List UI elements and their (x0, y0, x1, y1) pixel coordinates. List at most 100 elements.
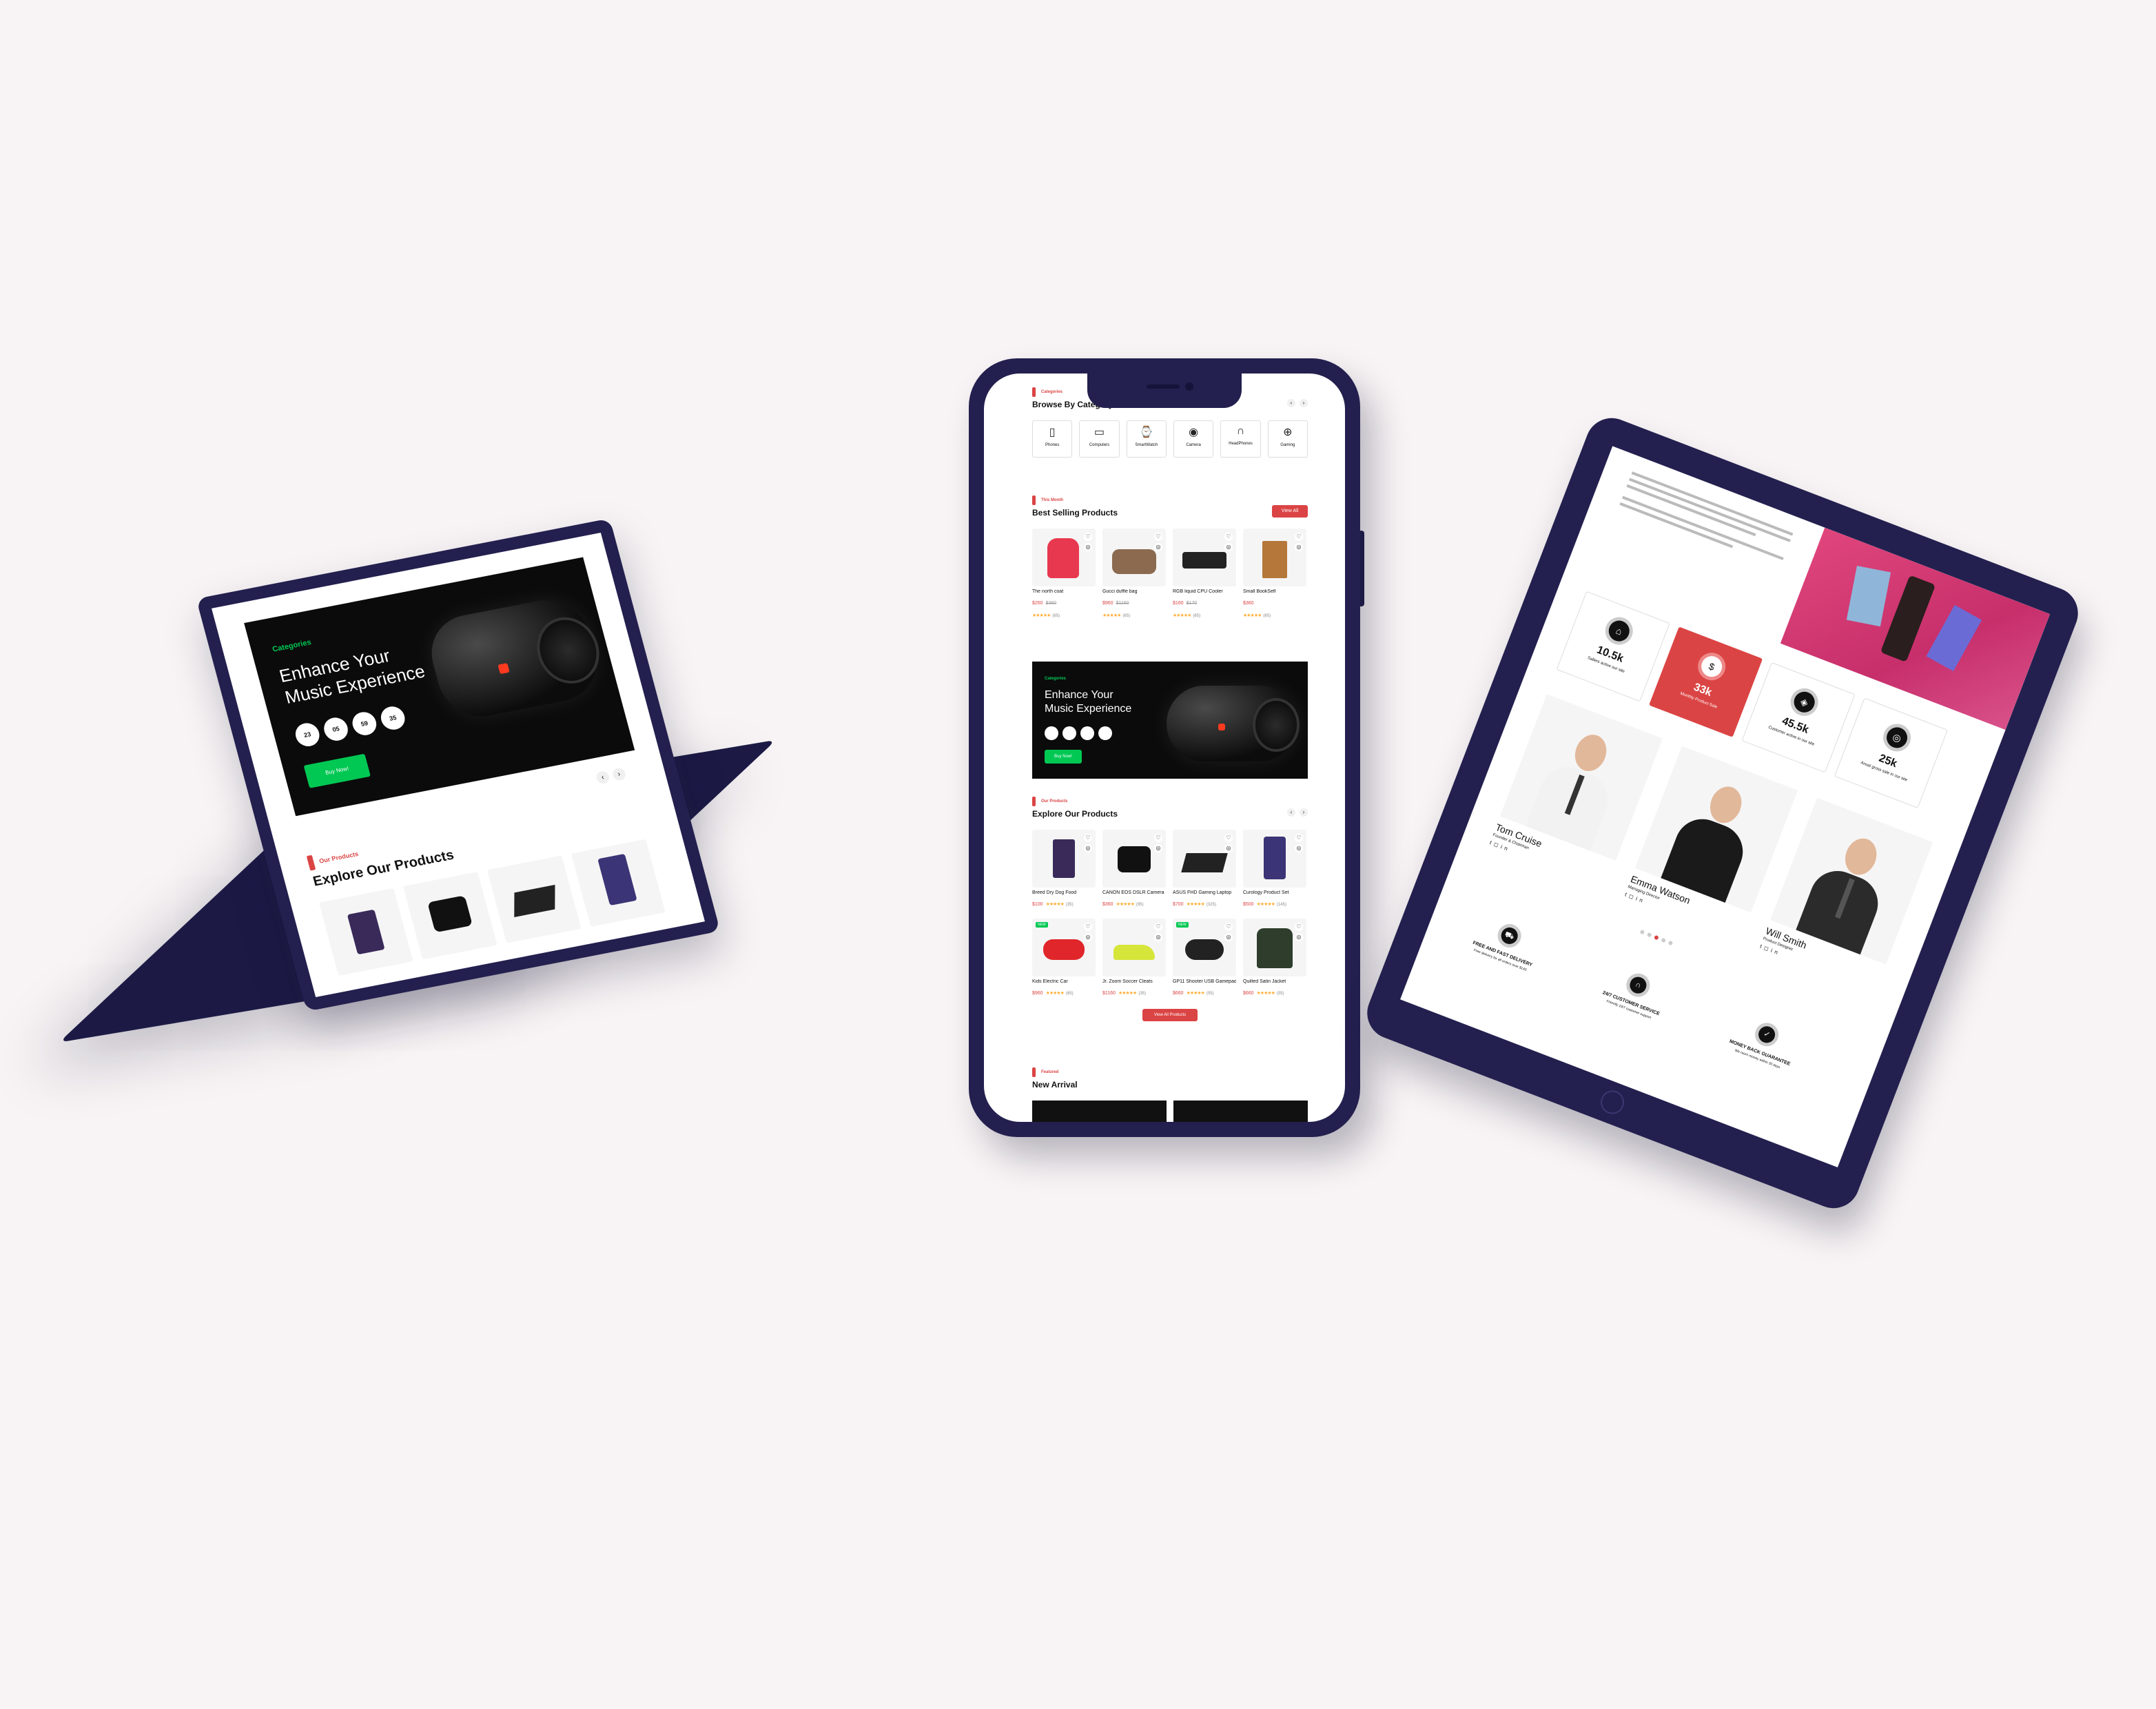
wishlist-heart-icon[interactable]: ♡ (1084, 533, 1092, 541)
product-card[interactable]: ♡ ◎ ASUS FHD Gaming Laptop $700 ★★★★★ (325) (1173, 830, 1236, 909)
next-arrow-icon[interactable]: › (1300, 399, 1308, 407)
rating-stars-icon: ★★★★★ (1256, 902, 1275, 907)
product-card[interactable]: ♡ ◎ CANON EOS DSLR Camera $360 ★★★★★ (95) (1102, 830, 1166, 909)
product-tile[interactable]: ♡ ◎ (1102, 830, 1166, 888)
prev-arrow-icon[interactable]: ‹ (1287, 399, 1295, 407)
linkedin-icon[interactable]: in (1500, 843, 1512, 853)
product-tile[interactable]: ♡ ◎ (1173, 830, 1236, 888)
new-arrival-tile[interactable] (1173, 1101, 1308, 1122)
next-arrow-icon[interactable]: › (611, 767, 627, 781)
section-tag: This Month (1041, 498, 1063, 502)
product-name: Breed Dry Dog Food (1032, 890, 1077, 895)
review-count: (35) (1138, 992, 1147, 996)
wishlist-heart-icon[interactable]: ♡ (1224, 834, 1233, 842)
wishlist-heart-icon[interactable]: ♡ (1154, 834, 1162, 842)
quick-view-eye-icon[interactable]: ◎ (1224, 543, 1233, 551)
service-item: ✓ MONEY BACK GUARANTEE We reurn money with… (1708, 1005, 1819, 1080)
wishlist-heart-icon[interactable]: ♡ (1295, 834, 1303, 842)
product-price-row: $960 ★★★★★ (65) (1032, 985, 1096, 998)
wishlist-heart-icon[interactable]: ♡ (1224, 923, 1233, 931)
quick-view-eye-icon[interactable]: ◎ (1084, 543, 1092, 551)
money-icon: ◎ (1879, 719, 1915, 756)
category-item[interactable]: ▯ Phones (1032, 420, 1073, 458)
wishlist-heart-icon[interactable]: ♡ (1154, 533, 1162, 541)
product-tile[interactable] (402, 872, 497, 960)
product-tile[interactable]: ♡ ◎ NEW (1032, 919, 1096, 976)
quick-view-eye-icon[interactable]: ◎ (1154, 933, 1162, 941)
product-price-row: $360 ★★★★★ (95) (1102, 897, 1166, 909)
category-item[interactable]: ⊕ Gaming (1267, 420, 1308, 458)
banner-title-line-2: Music Experience (1045, 703, 1132, 715)
product-card[interactable]: ♡ ◎ Small BookSelf $360 ★★★★★ (65) (1243, 529, 1306, 620)
wishlist-heart-icon[interactable]: ♡ (1084, 923, 1092, 931)
linkedin-icon[interactable]: in (1635, 895, 1647, 905)
bag-icon: ◈ (1786, 684, 1823, 720)
product-card[interactable]: ♡ ◎ NEW GP11 Shooter USB Gamepad $660 ★★★★★ (5… (1173, 919, 1236, 998)
buy-now-button[interactable]: Buy Now! (1045, 750, 1082, 764)
quick-view-eye-icon[interactable]: ◎ (1084, 933, 1092, 941)
shop-icon: ⌂ (1601, 613, 1637, 649)
review-count: (55) (1206, 992, 1214, 996)
accent-bar (1032, 1067, 1036, 1077)
wishlist-heart-icon[interactable]: ♡ (1295, 533, 1303, 541)
wishlist-heart-icon[interactable]: ♡ (1295, 923, 1303, 931)
carousel-dots[interactable] (1639, 929, 1674, 946)
product-image (1053, 839, 1075, 878)
product-card[interactable]: ♡ ◎ Jr. Zoom Soccer Cleats $1160 ★★★★★ (35) (1102, 919, 1166, 998)
wishlist-heart-icon[interactable]: ♡ (1154, 923, 1162, 931)
product-tile[interactable] (571, 839, 666, 927)
product-tile[interactable]: ♡ ◎ (1032, 830, 1096, 888)
quick-view-eye-icon[interactable]: ◎ (1154, 543, 1162, 551)
wishlist-heart-icon[interactable]: ♡ (1224, 533, 1233, 541)
product-tile[interactable]: ♡ ◎ (1102, 919, 1166, 976)
product-name: RGB liquid CPU Cooler (1173, 589, 1223, 594)
quick-view-eye-icon[interactable]: ◎ (1224, 844, 1233, 852)
quick-view-eye-icon[interactable]: ◎ (1224, 933, 1233, 941)
quick-view-eye-icon[interactable]: ◎ (1295, 543, 1303, 551)
quick-view-eye-icon[interactable]: ◎ (1295, 933, 1303, 941)
product-tile[interactable] (318, 888, 413, 976)
section-tag: Our Products (1041, 799, 1068, 804)
rating-stars-icon: ★★★★★ (1256, 991, 1275, 996)
quick-view-eye-icon[interactable]: ◎ (1295, 844, 1303, 852)
category-item[interactable]: ∩ HeadPhones (1220, 420, 1261, 458)
product-tile[interactable]: ♡ ◎ (1102, 529, 1166, 586)
product-card[interactable]: ♡ ◎ NEW Kids Electric Car $960 ★★★★★ (65) (1032, 919, 1096, 998)
product-card[interactable]: ♡ ◎ Breed Dry Dog Food $100 ★★★★★ (35) (1032, 830, 1096, 909)
product-card[interactable]: ♡ ◎ Gucci duffle bag $960 $1160 ★★★★★ (65) (1102, 529, 1166, 620)
product-price-row: $1160 ★★★★★ (35) (1102, 985, 1166, 998)
product-tile[interactable] (486, 855, 582, 943)
buy-now-button[interactable]: Buy Now! (303, 753, 371, 788)
product-tile[interactable]: ♡ ◎ (1173, 529, 1236, 586)
prev-arrow-icon[interactable]: ‹ (595, 770, 611, 785)
new-arrival-tile[interactable] (1032, 1101, 1167, 1122)
product-name: Quilted Satin Jacket (1243, 979, 1286, 984)
product-tile[interactable]: ♡ ◎ (1032, 529, 1096, 586)
wishlist-heart-icon[interactable]: ♡ (1084, 834, 1092, 842)
view-all-button[interactable]: View All (1272, 505, 1308, 518)
category-item[interactable]: ▭ Computers (1079, 420, 1120, 458)
view-all-products-button[interactable]: View All Products (1142, 1009, 1198, 1021)
product-name: Small BookSelf (1243, 589, 1276, 594)
linkedin-icon[interactable]: in (1770, 948, 1782, 957)
product-card[interactable]: ♡ ◎ Curology Product Set $500 ★★★★★ (145) (1243, 830, 1306, 909)
product-card[interactable]: ♡ ◎ The north coat $260 $360 ★★★★★ (65) (1032, 529, 1096, 620)
product-tile[interactable]: ♡ ◎ (1243, 830, 1306, 888)
product-tile[interactable]: ♡ ◎ (1243, 919, 1306, 976)
product-card[interactable]: ♡ ◎ RGB liquid CPU Cooler $160 $170 ★★★★★ (65) (1173, 529, 1236, 620)
product-image (347, 909, 385, 955)
category-item[interactable]: ⌚ SmartWatch (1126, 420, 1167, 458)
product-name: ASUS FHD Gaming Laptop (1173, 890, 1232, 895)
product-image (1257, 928, 1293, 968)
category-item[interactable]: ◉ Camera (1173, 420, 1214, 458)
quick-view-eye-icon[interactable]: ◎ (1154, 844, 1162, 852)
truck-icon: ⛟ (1494, 921, 1525, 951)
product-card[interactable]: ♡ ◎ Quilted Satin Jacket $660 ★★★★★ (55) (1243, 919, 1306, 998)
quick-view-eye-icon[interactable]: ◎ (1084, 844, 1092, 852)
next-arrow-icon[interactable]: › (1300, 808, 1308, 817)
product-tile[interactable]: ♡ ◎ (1243, 529, 1306, 586)
phone-side-button (1360, 531, 1364, 606)
prev-arrow-icon[interactable]: ‹ (1287, 808, 1295, 817)
product-actions: ♡ ◎ (1154, 834, 1162, 852)
product-tile[interactable]: ♡ ◎ NEW (1173, 919, 1236, 976)
